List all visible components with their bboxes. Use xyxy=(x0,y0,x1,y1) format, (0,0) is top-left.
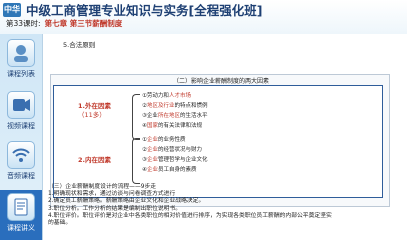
sidebar: 课程列表 视频课程 音频课程 课程讲义 xyxy=(0,34,43,240)
handout-line: 2.确定员工薪酬策略。薪酬策略由企业文化和企业战略决定。 xyxy=(48,198,205,205)
external-factor-label: 1.外在因素 （11多） xyxy=(78,102,111,120)
sidebar-item-audio-course[interactable]: 音频课程 xyxy=(0,138,42,188)
lesson-name: 第七章 第三节薪酬制度 xyxy=(44,19,123,28)
external-item: ③企业所在地区的生活水平 xyxy=(142,113,208,119)
audio-course-icon xyxy=(7,141,35,169)
course-list-icon xyxy=(7,39,35,67)
sidebar-item-label: 课程列表 xyxy=(7,70,35,78)
lesson-line: 第33课时: 第七章 第三节薪酬制度 xyxy=(6,18,122,29)
internal-item: ④企业员工自身的素质 xyxy=(142,167,197,173)
handout-line: 4.职位评价。职位评价是对企业中各类职位的相对价值进行排序，为实现各类职位员工薪… xyxy=(48,212,332,219)
internal-item: ③企业管理哲学与企业文化 xyxy=(142,157,208,163)
sidebar-item-label: 音频课程 xyxy=(7,172,35,180)
section-heading: 5.合法原则 xyxy=(63,41,96,49)
sidebar-item-label: 视频课程 xyxy=(7,122,35,130)
internal-factor-title: 2.内在因素 xyxy=(78,156,111,164)
lesson-label: 第33课时: xyxy=(6,19,41,28)
course-handout-icon xyxy=(7,193,35,221)
internal-item: ②企业的经营状况与财力 xyxy=(142,147,202,153)
handout-text: （三）企业薪酬制度设计的流程——9步走 1.明确现状和需求，通过访谈与问卷调查方… xyxy=(48,184,402,227)
external-item: ①劳动力和人才市场 xyxy=(142,93,191,99)
sidebar-item-course-handout[interactable]: 课程讲义 xyxy=(0,190,42,240)
handout-line: 3.职位分析。工作分析的结果是编制出职位说明书。 xyxy=(48,205,182,212)
handout-line: 的基础。 xyxy=(48,220,72,227)
handout-content: 5.合法原则 （二）影响企业薪酬制度的两大因素 1.外在因素 （11多） ①劳动… xyxy=(43,34,407,240)
sidebar-item-course-list[interactable]: 课程列表 xyxy=(0,36,42,86)
external-factor-count: （11多） xyxy=(78,111,106,119)
video-course-icon xyxy=(7,91,35,119)
slide-title: （二）影响企业薪酬制度的两大因素 xyxy=(172,78,269,85)
internal-item: ①企业的业务性质 xyxy=(142,137,186,143)
internal-factor-label: 2.内在因素 xyxy=(78,156,111,165)
slide-diagram: 1.外在因素 （11多） ①劳动力和人才市场 ②地区及行业的特点和惯例 ③企业所… xyxy=(53,85,383,198)
external-factor-title: 1.外在因素 xyxy=(78,102,111,110)
external-item: ④国家的有关法律和法规 xyxy=(142,123,202,129)
sidebar-item-label: 课程讲义 xyxy=(7,224,35,232)
sidebar-item-video-course[interactable]: 视频课程 xyxy=(0,88,42,138)
course-title: 中级工商管理专业知识与实务[全程强化班] xyxy=(26,3,263,18)
internal-brace xyxy=(132,138,140,184)
external-item: ②地区及行业的特点和惯例 xyxy=(142,103,208,109)
header-bar: 中华 中级工商管理专业知识与实务[全程强化班] 第33课时: 第七章 第三节薪酬制… xyxy=(0,0,407,34)
external-brace xyxy=(132,94,140,140)
logo: 中华 xyxy=(3,3,21,17)
